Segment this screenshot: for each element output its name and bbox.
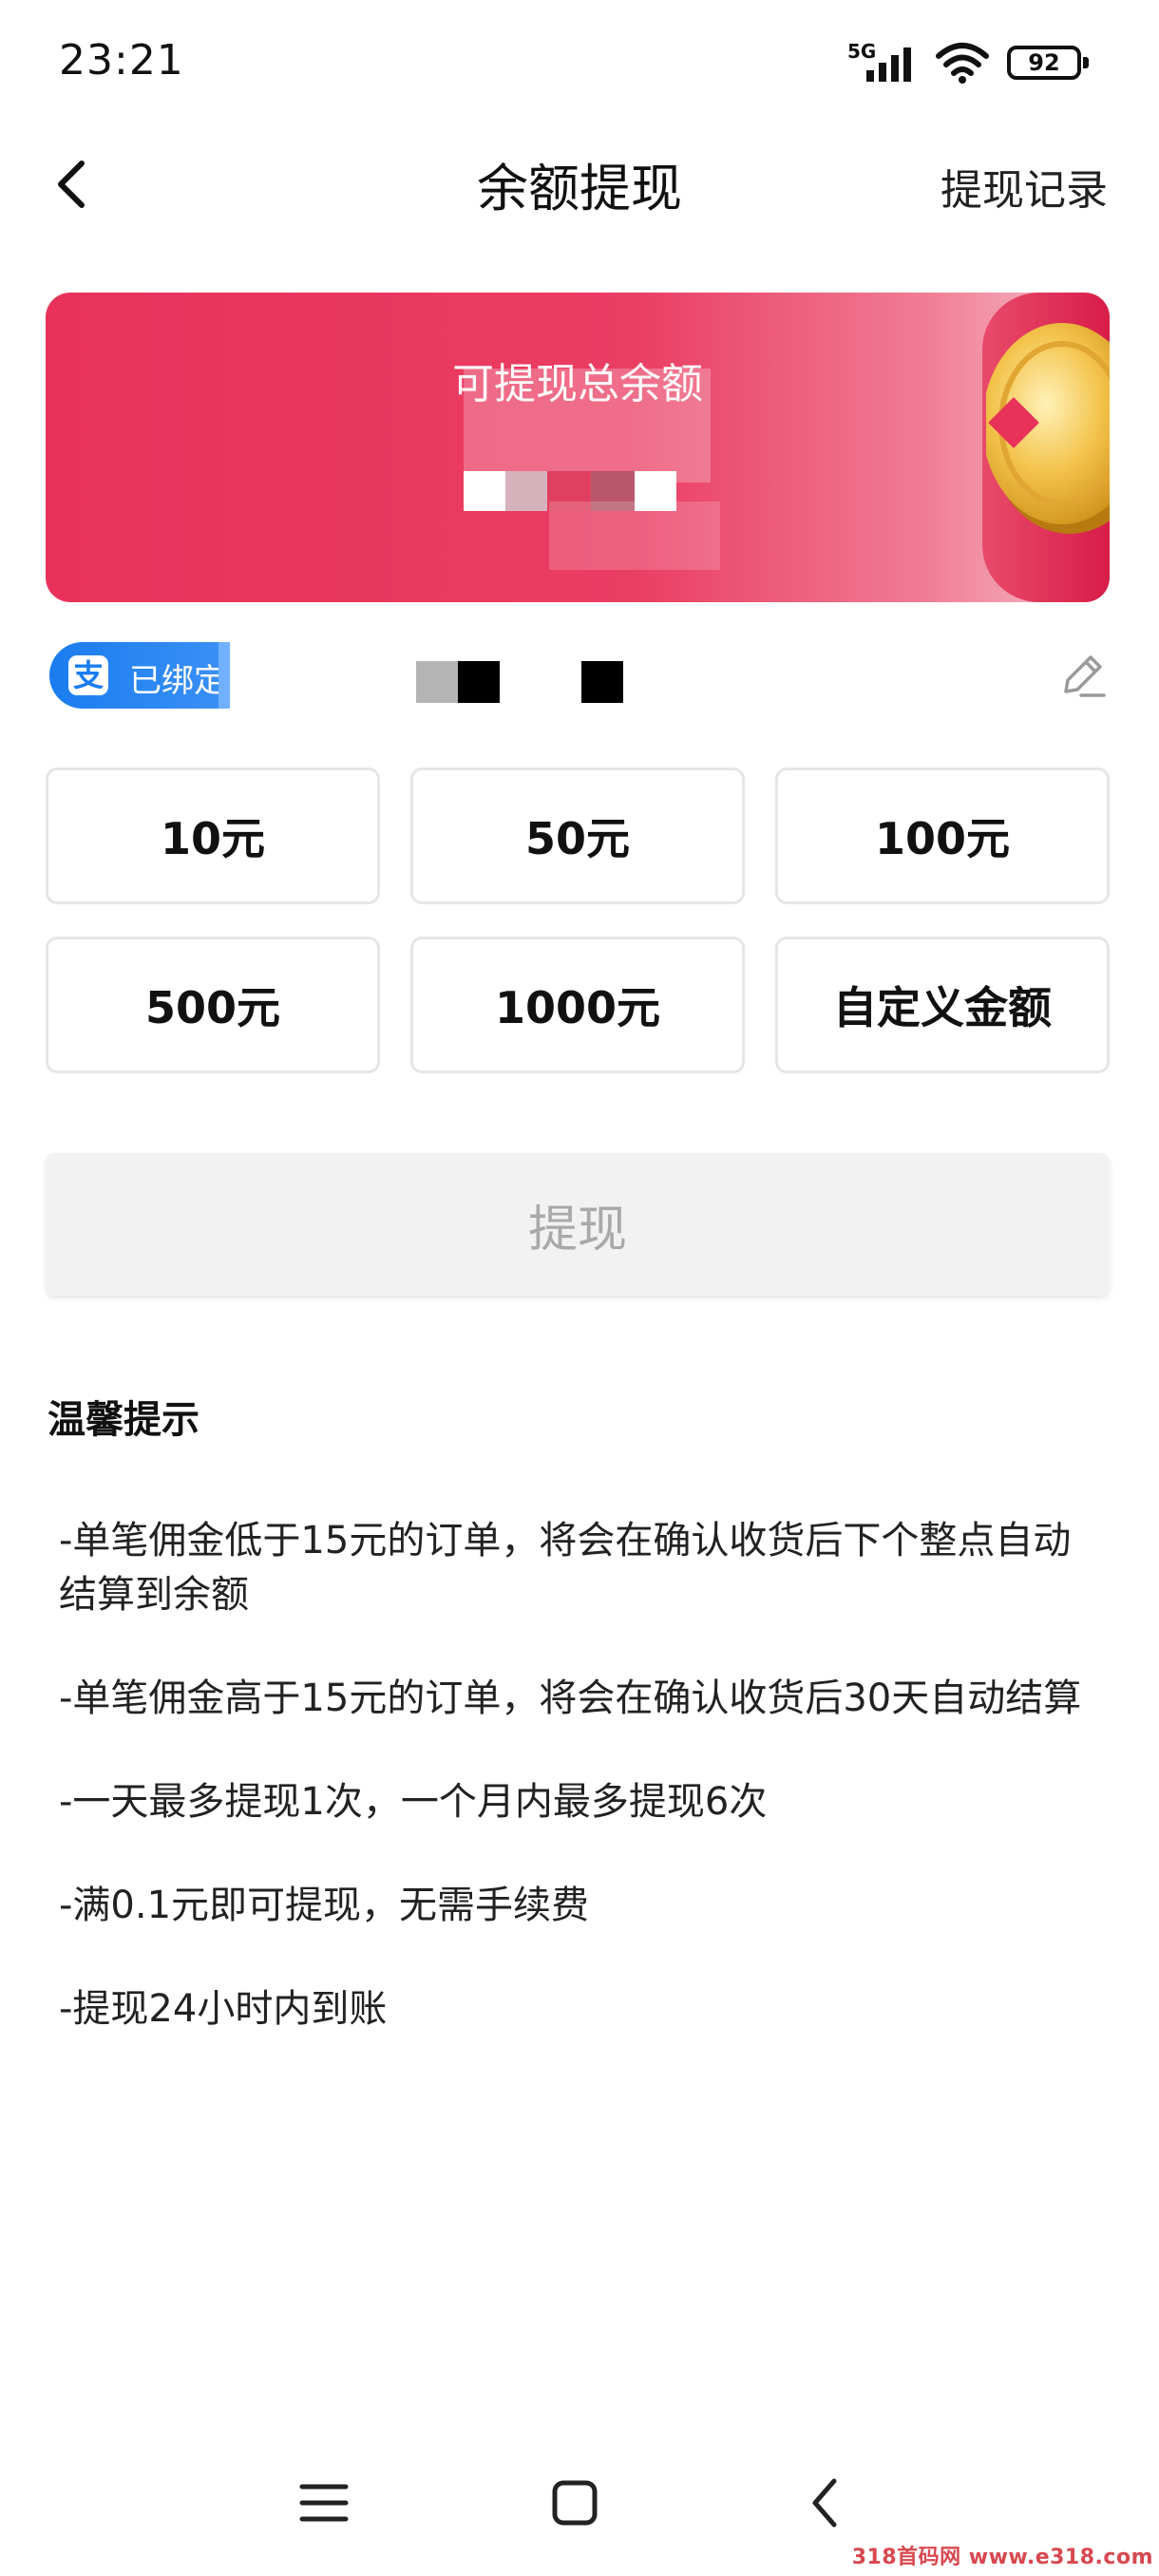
- bound-account-row[interactable]: 支 已绑定: [46, 627, 1110, 722]
- tip-item: -满0.1元即可提现，无需手续费: [59, 1884, 590, 1927]
- balance-card: 可提现总余额: [46, 293, 1110, 602]
- amount-option-10[interactable]: 10元: [46, 767, 380, 904]
- masked-region: [549, 502, 720, 570]
- alipay-icon: 支: [68, 655, 108, 695]
- system-back-icon[interactable]: [794, 2470, 861, 2536]
- amount-option-500[interactable]: 500元: [46, 937, 380, 1073]
- wifi-icon: [936, 43, 989, 84]
- masked-account-number: [416, 661, 623, 703]
- amount-option-100[interactable]: 100元: [775, 767, 1110, 904]
- battery-icon: 92: [1007, 46, 1089, 80]
- alipay-bound-badge: 支 已绑定: [49, 642, 253, 709]
- status-icons: 5G 92: [847, 40, 1089, 85]
- edit-pencil-icon[interactable]: [1053, 648, 1110, 705]
- status-bar: 23:21 5G 92: [0, 0, 1159, 133]
- tips-title: 温馨提示: [48, 1398, 200, 1442]
- status-time: 23:21: [59, 36, 184, 85]
- tip-item: -单笔佣金低于15元的订单，将会在确认收货后下个整点自动结算到余额: [59, 1519, 1072, 1617]
- system-navigation-bar: [0, 2470, 1159, 2546]
- tip-item: -一天最多提现1次，一个月内最多提现6次: [59, 1780, 768, 1824]
- amount-options-grid: 10元 50元 100元 500元 1000元 自定义金额: [46, 767, 1110, 1073]
- menu-icon[interactable]: [291, 2470, 357, 2536]
- withdraw-button[interactable]: 提现: [46, 1153, 1110, 1296]
- navigation-bar: 余额提现 提现记录: [0, 133, 1159, 237]
- cellular-signal-icon: 5G: [847, 40, 918, 85]
- tip-item: -提现24小时内到账: [59, 1987, 388, 2031]
- badge-tail-decoration: [230, 627, 289, 722]
- amount-option-50[interactable]: 50元: [410, 767, 745, 904]
- watermark: 318首码网 www.e318.com: [851, 2546, 1153, 2569]
- amount-option-1000[interactable]: 1000元: [410, 937, 745, 1073]
- bound-label: 已绑定: [129, 662, 226, 700]
- tip-item: -单笔佣金高于15元的订单，将会在确认收货后30天自动结算: [59, 1676, 1082, 1720]
- tips-list: -单笔佣金低于15元的订单，将会在确认收货后下个整点自动结算到余额 -单笔佣金高…: [59, 1514, 1104, 2086]
- amount-option-custom[interactable]: 自定义金额: [775, 937, 1110, 1073]
- withdraw-record-link[interactable]: 提现记录: [940, 156, 1108, 217]
- home-icon[interactable]: [542, 2470, 608, 2536]
